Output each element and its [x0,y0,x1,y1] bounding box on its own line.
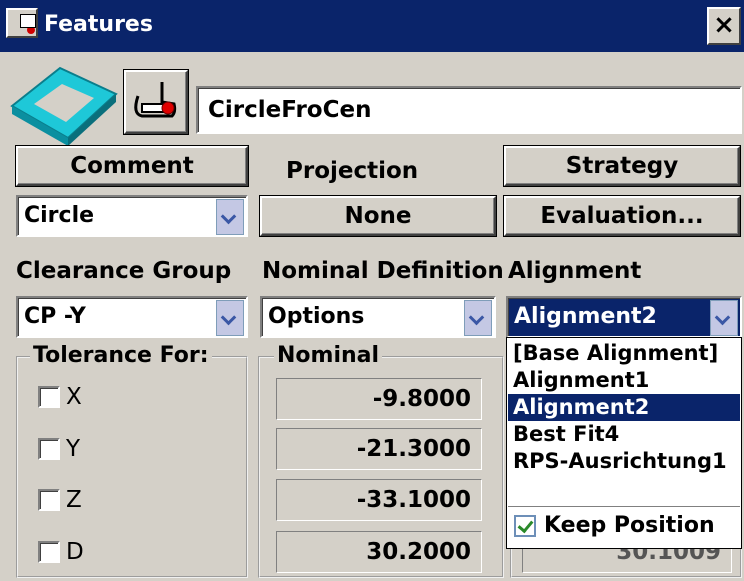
nominal-d-value[interactable]: 30.2000 [276,531,482,573]
feature-type-value: Circle [24,203,95,228]
chevron-down-icon[interactable] [216,199,244,235]
tolerance-y-checkbox[interactable] [38,438,60,460]
feature-type-select[interactable]: Circle [16,195,248,237]
circle-feature-icon [10,66,118,146]
nominal-definition-select[interactable]: Options [260,296,496,338]
keep-position-checkbox[interactable] [514,515,536,537]
alignment-option[interactable]: Best Fit4 [508,421,740,448]
tolerance-z-label: Z [66,487,82,513]
clearance-group-label: Clearance Group [16,258,232,284]
keep-position-row[interactable]: Keep Position [508,506,740,546]
strategy-button[interactable]: Strategy [504,146,740,186]
alignment-option-selected[interactable]: Alignment2 [508,394,740,421]
chevron-down-icon[interactable] [464,300,492,336]
feature-name-value: CircleFroCen [208,97,372,123]
close-button[interactable]: × [707,7,741,45]
alignment-dropdown[interactable]: [Base Alignment] Alignment1 Alignment2 B… [506,337,742,549]
alignment-option[interactable]: Alignment1 [508,367,740,394]
tolerance-group-title: Tolerance For: [30,344,212,368]
tolerance-y-label: Y [66,436,81,462]
tolerance-z-checkbox[interactable] [38,489,60,511]
probe-icon [134,82,177,118]
window-icon [6,8,38,38]
projection-label: Projection [286,158,419,184]
projection-button[interactable]: None [260,196,496,236]
nominal-y-value[interactable]: -21.3000 [276,428,482,470]
alignment-select[interactable]: Alignment2 [506,296,742,338]
chevron-down-icon[interactable] [216,300,244,336]
clearance-group-value: CP -Y [24,304,86,329]
comment-button[interactable]: Comment [16,146,248,186]
nominal-definition-value: Options [268,304,365,329]
feature-name-field[interactable]: CircleFroCen [196,86,742,134]
nominal-group-title: Nominal [274,344,383,368]
probe-button[interactable] [124,70,188,134]
keep-position-label: Keep Position [544,513,715,538]
clearance-group-select[interactable]: CP -Y [16,296,248,338]
alignment-value: Alignment2 [514,304,657,329]
alignment-option[interactable]: [Base Alignment] [508,340,740,367]
tolerance-d-checkbox[interactable] [38,541,60,563]
nominal-definition-label: Nominal Definition [262,258,504,284]
chevron-down-icon[interactable] [710,300,738,336]
alignment-label: Alignment [508,258,642,284]
nominal-x-value[interactable]: -9.8000 [276,378,482,420]
tolerance-x-checkbox[interactable] [38,386,60,408]
alignment-option[interactable]: RPS-Ausrichtung1 [508,448,740,475]
evaluation-button[interactable]: Evaluation... [504,196,740,236]
tolerance-x-label: X [66,384,82,410]
nominal-z-value[interactable]: -33.1000 [276,479,482,521]
tolerance-d-label: D [66,539,84,565]
window-title: Features [44,12,153,37]
